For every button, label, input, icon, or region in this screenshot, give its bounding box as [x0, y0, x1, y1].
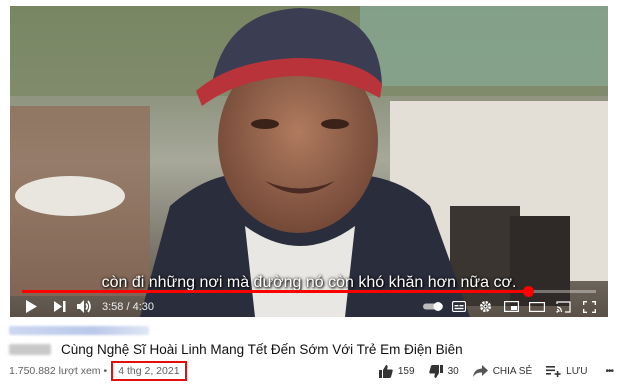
fullscreen-button[interactable] [576, 296, 602, 317]
share-label: CHIA SẺ [492, 365, 533, 377]
settings-button[interactable] [472, 296, 498, 317]
play-icon [26, 300, 37, 313]
more-actions-button[interactable]: ••• [605, 366, 613, 377]
dislike-button[interactable]: 30 [428, 364, 459, 378]
autoplay-toggle-icon [423, 302, 443, 311]
play-button[interactable] [14, 296, 48, 317]
next-button[interactable] [48, 296, 72, 317]
volume-icon [76, 300, 91, 313]
share-icon [472, 365, 488, 377]
dislike-count: 30 [447, 365, 459, 377]
cast-button[interactable] [550, 296, 576, 317]
meta-separator: • [103, 365, 108, 377]
subtitles-button[interactable] [446, 296, 472, 317]
theater-icon [529, 301, 545, 312]
autoplay-toggle[interactable] [420, 296, 446, 317]
next-icon [54, 301, 66, 312]
blurred-title-prefix [9, 343, 51, 355]
share-button[interactable]: CHIA SẺ [472, 365, 533, 377]
fullscreen-icon [582, 300, 596, 313]
progress-bar[interactable] [22, 286, 596, 297]
video-frame[interactable] [10, 6, 608, 317]
save-button[interactable]: LƯU [546, 365, 588, 377]
subtitles-icon [452, 301, 466, 312]
cast-icon [555, 300, 571, 313]
miniplayer-icon [503, 301, 519, 312]
like-button[interactable]: 159 [378, 364, 415, 378]
thumbs-up-icon [378, 364, 393, 378]
time-display: 3:58 / 4:30 [102, 300, 154, 313]
upload-date: 4 thg 2, 2021 [111, 361, 187, 381]
view-count: 1.750.882 lượt xem [9, 365, 101, 377]
save-icon [546, 365, 561, 377]
player-controls: 3:58 / 4:30 [10, 296, 608, 317]
like-count: 159 [397, 365, 415, 377]
settings-icon [479, 301, 491, 312]
video-player[interactable]: còn đi những nơi mà đường nó còn khó khă… [10, 6, 608, 317]
mute-button[interactable] [72, 296, 96, 317]
miniplayer-button[interactable] [498, 296, 524, 317]
theater-mode-button[interactable] [524, 296, 550, 317]
thumbs-down-icon [428, 364, 443, 378]
blurred-hashtags [9, 326, 149, 335]
more-icon: ••• [605, 365, 613, 377]
video-title: Cùng Nghệ Sĩ Hoài Linh Mang Tết Đến Sớm … [61, 341, 463, 357]
progress-played [22, 290, 528, 293]
save-label: LƯU [566, 365, 588, 377]
